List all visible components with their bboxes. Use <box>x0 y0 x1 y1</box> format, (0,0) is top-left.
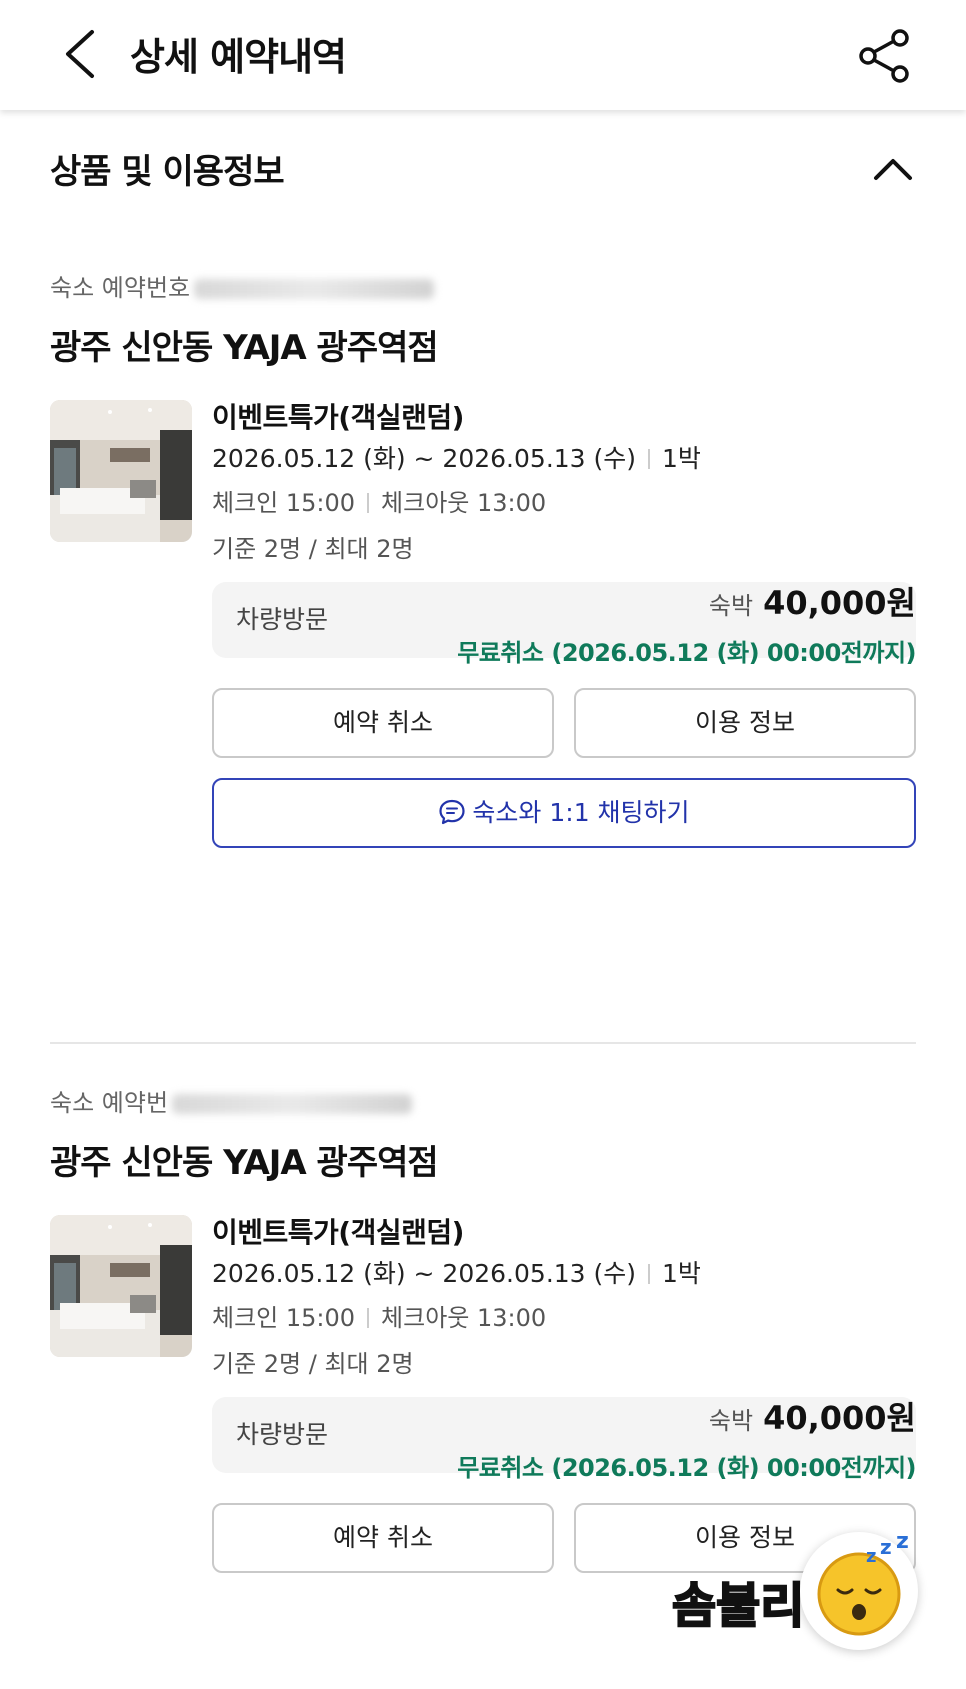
svg-text:z: z <box>880 1535 892 1559</box>
reservation-number-blurred <box>172 1094 413 1114</box>
date-range: 2026.05.12 (화) ~ 2026.05.13 (수) <box>212 1259 637 1288</box>
sleeping-face-icon: z z z <box>800 1529 918 1650</box>
cancel-reservation-button[interactable]: 예약 취소 <box>212 1503 554 1573</box>
hotel-name[interactable]: 광주 신안동 YAJA 광주역점 <box>50 320 439 369</box>
stay-dates: 2026.05.12 (화) ~ 2026.05.13 (수) 1박 <box>212 438 916 480</box>
reservation-label: 숙소 예약번호 <box>50 274 191 302</box>
reservation-number: 숙소 예약번호 <box>50 268 435 303</box>
check-in-time: 체크인 15:00 <box>212 1304 356 1332</box>
check-times: 체크인 15:00 체크아웃 13:00 <box>212 1295 916 1341</box>
divider <box>648 449 651 469</box>
nights: 1박 <box>662 1259 701 1288</box>
check-in-time: 체크인 15:00 <box>212 489 356 517</box>
room-photo-image <box>50 1215 192 1357</box>
chevron-up-icon <box>874 159 912 180</box>
section-title: 상품 및 이용정보 <box>50 152 285 192</box>
check-times: 체크인 15:00 체크아웃 13:00 <box>212 480 916 526</box>
share-icon <box>859 29 909 83</box>
room-name: 이벤트특가(객실랜덤) <box>212 1216 464 1249</box>
room-photo-image <box>50 400 192 542</box>
cancel-reservation-button[interactable]: 예약 취소 <box>212 688 554 758</box>
booking-card: 숙소 예약번호 광주 신안동 YAJA 광주역점 이벤트특가(객실랜덤) 202… <box>50 268 916 988</box>
usage-info-button[interactable]: 이용 정보 <box>574 688 916 758</box>
booking-divider <box>50 1042 916 1044</box>
divider <box>648 1264 651 1284</box>
watermark-sticker: 솜불리 z z z <box>671 1528 962 1658</box>
stay-dates: 2026.05.12 (화) ~ 2026.05.13 (수) 1박 <box>212 1253 916 1295</box>
room-thumbnail[interactable] <box>50 400 192 542</box>
price-value: 40,000원 <box>763 584 916 622</box>
chat-bubble-icon <box>439 799 466 825</box>
reservation-number: 숙소 예약번 <box>50 1083 413 1118</box>
hotel-name[interactable]: 광주 신안동 YAJA 광주역점 <box>50 1135 439 1184</box>
price-label: 숙박 <box>708 592 754 620</box>
price-row: 숙박 40,000원 <box>709 578 916 624</box>
nights: 1박 <box>662 444 701 473</box>
divider <box>367 493 370 513</box>
capacity: 기준 2명 / 최대 2명 <box>212 535 414 563</box>
free-cancel-policy: 무료취소 (2026.05.12 (화) 00:00전까지) <box>457 639 916 667</box>
price-row: 숙박 40,000원 <box>709 1393 916 1439</box>
chat-button-label: 숙소와 1:1 채팅하기 <box>472 798 690 827</box>
watermark-text: 솜불리 <box>671 1577 805 1635</box>
capacity: 기준 2명 / 최대 2명 <box>212 1350 414 1378</box>
price-label: 숙박 <box>708 1407 754 1435</box>
free-cancel-policy: 무료취소 (2026.05.12 (화) 00:00전까지) <box>457 1454 916 1482</box>
date-range: 2026.05.12 (화) ~ 2026.05.13 (수) <box>212 444 637 473</box>
back-button[interactable] <box>58 24 108 84</box>
svg-text:z: z <box>896 1532 909 1554</box>
reservation-label: 숙소 예약번 <box>50 1089 169 1117</box>
room-thumbnail[interactable] <box>50 1215 192 1357</box>
top-bar: 상세 예약내역 <box>0 0 966 110</box>
page-title: 상세 예약내역 <box>130 35 347 79</box>
check-out-time: 체크아웃 13:00 <box>381 1304 547 1332</box>
reservation-number-blurred <box>194 279 435 299</box>
collapse-button[interactable] <box>870 146 916 192</box>
chevron-left-icon <box>66 30 94 78</box>
divider <box>367 1308 370 1328</box>
chat-with-hotel-button[interactable]: 숙소와 1:1 채팅하기 <box>212 778 916 848</box>
svg-text:z: z <box>866 1546 876 1567</box>
price-value: 40,000원 <box>763 1399 916 1437</box>
room-name: 이벤트특가(객실랜덤) <box>212 401 464 434</box>
share-button[interactable] <box>856 28 912 84</box>
section-header[interactable]: 상품 및 이용정보 <box>50 140 916 200</box>
check-out-time: 체크아웃 13:00 <box>381 489 547 517</box>
